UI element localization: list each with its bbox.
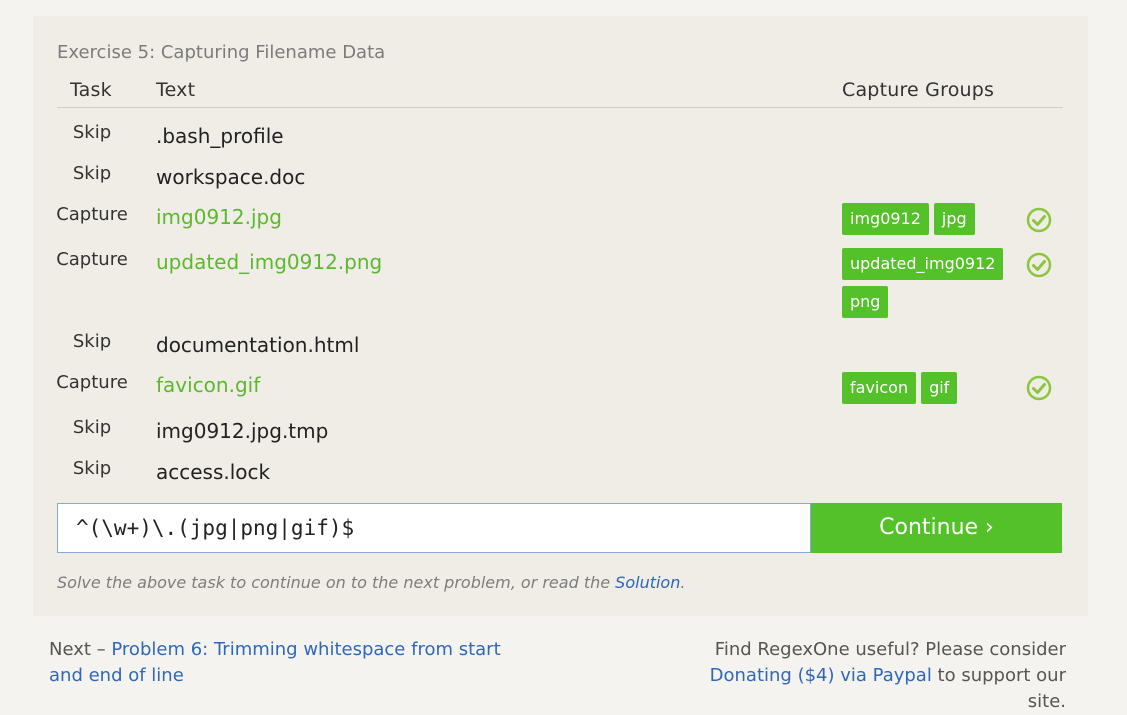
capture-group-tag: favicon: [842, 372, 917, 404]
header-divider: [57, 107, 1063, 108]
capture-group-tag: png: [842, 286, 889, 318]
row-text: documentation.html: [156, 333, 360, 357]
row-text: .bash_profile: [156, 124, 284, 148]
capture-groups: favicon gif: [842, 372, 1012, 410]
next-problem-footer: Next – Problem 6: Trimming whitespace fr…: [49, 637, 519, 689]
regex-input[interactable]: ^(\w+)\.(jpg|png|gif)$: [57, 503, 811, 553]
row-text: updated_img0912.png: [156, 250, 383, 274]
task-label: Capture: [56, 249, 128, 270]
capture-group-tag: updated_img0912: [842, 248, 1004, 280]
check-circle-icon: [1026, 375, 1052, 401]
row-text: img0912.jpg: [156, 205, 282, 229]
task-label: Capture: [56, 372, 128, 393]
check-circle-icon: [1026, 207, 1052, 233]
task-label: Skip: [72, 331, 112, 352]
donate-prefix: Find RegexOne useful? Please consider: [714, 639, 1066, 660]
capture-group-tag: jpg: [933, 203, 975, 235]
header-task: Task: [70, 79, 112, 101]
row-text: img0912.jpg.tmp: [156, 419, 329, 443]
task-label: Skip: [72, 417, 112, 438]
row-text: access.lock: [156, 460, 271, 484]
next-problem-link[interactable]: Problem 6: Trimming whitespace from star…: [49, 639, 501, 686]
capture-groups: img0912 jpg: [842, 203, 1012, 241]
continue-button[interactable]: Continue ›: [811, 503, 1062, 553]
row-text: favicon.gif: [156, 373, 261, 397]
header-capture-groups: Capture Groups: [842, 79, 995, 101]
task-label: Skip: [72, 458, 112, 479]
row-text: workspace.doc: [156, 165, 306, 189]
task-label: Capture: [56, 204, 128, 225]
donate-suffix: to support our site.: [931, 665, 1066, 712]
solution-link[interactable]: Solution: [615, 573, 680, 592]
capture-groups: updated_img0912 png: [842, 248, 1012, 324]
hint-text: Solve the above task to continue on to t…: [57, 573, 685, 592]
header-text: Text: [156, 79, 196, 101]
hint-suffix: .: [680, 573, 686, 592]
exercise-panel: Exercise 5: Capturing Filename Data Task…: [33, 16, 1088, 616]
donate-link[interactable]: Donating ($4) via Paypal: [710, 665, 932, 686]
capture-group-tag: img0912: [842, 203, 929, 235]
task-label: Skip: [72, 163, 112, 184]
hint-prefix: Solve the above task to continue on to t…: [57, 573, 616, 592]
capture-group-tag: gif: [921, 372, 958, 404]
donate-footer: Find RegexOne useful? Please consider Do…: [700, 637, 1066, 715]
check-circle-icon: [1026, 252, 1052, 278]
task-label: Skip: [72, 122, 112, 143]
next-prefix: Next –: [49, 639, 112, 660]
exercise-title: Exercise 5: Capturing Filename Data: [57, 42, 386, 63]
